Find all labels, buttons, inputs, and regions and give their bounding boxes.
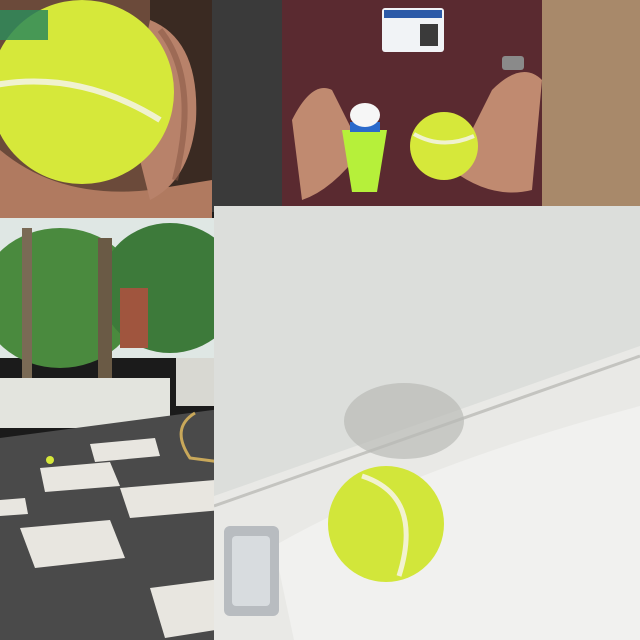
photo-hand-tennis-ball — [0, 0, 212, 218]
tennis-ball — [410, 112, 478, 180]
photo-garden-courtyard — [0, 218, 228, 640]
shuttlecock-ball-image — [212, 0, 640, 212]
tennis-ball — [46, 456, 54, 464]
ball-on-sink-image — [214, 206, 640, 640]
photo-ball-on-sink — [214, 206, 640, 640]
wristwatch — [502, 56, 524, 70]
hand-tennis-ball-image — [0, 0, 212, 218]
garden-courtyard-image — [0, 218, 228, 640]
office-chair — [212, 0, 282, 212]
shuttlecock-base — [350, 103, 380, 127]
ball-logo-stamp — [0, 10, 48, 40]
photo-shuttlecock-and-ball — [212, 0, 640, 212]
photo-collage — [0, 0, 640, 640]
tennis-ball — [328, 466, 444, 582]
brick-pillar — [120, 288, 148, 348]
ball-shadow — [344, 383, 464, 459]
palm-trunk — [22, 228, 32, 388]
